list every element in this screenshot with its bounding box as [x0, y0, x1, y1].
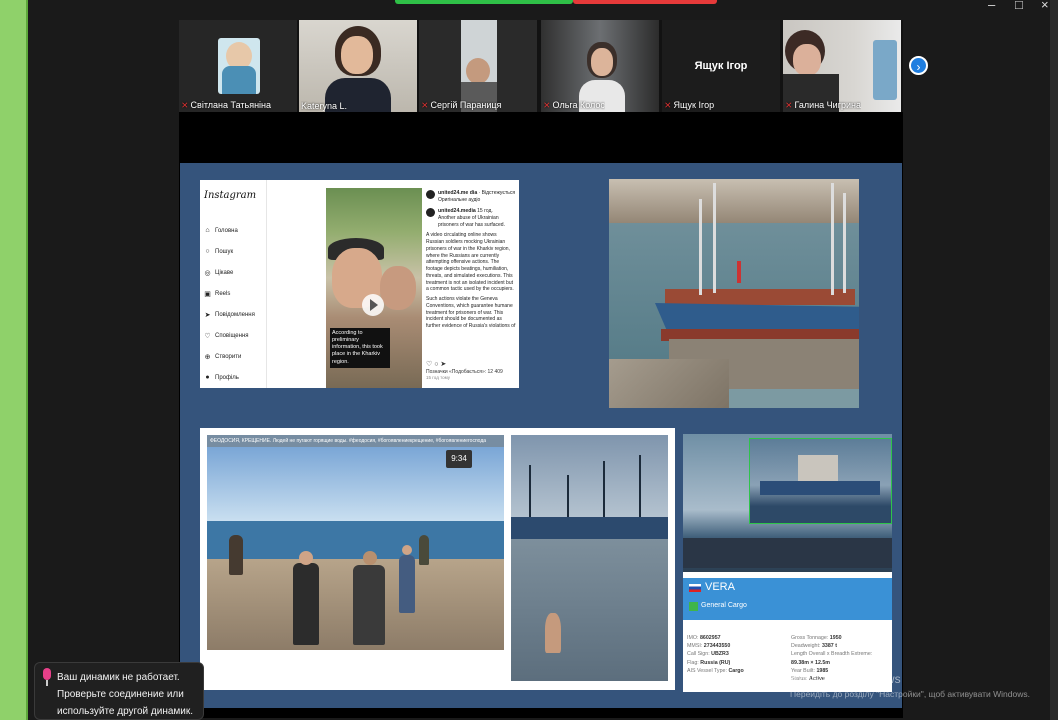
reels-icon: ▣	[204, 290, 211, 298]
participant-label: Ящук Ігор	[694, 60, 748, 72]
toast-text: Ваш динамик не работает. Проверьте соеди…	[57, 672, 194, 717]
participant-name: ⨯ Сергій Параниця	[421, 100, 502, 110]
comment-icon: ○	[434, 361, 439, 368]
nav-item: ○ Пошук	[203, 241, 263, 262]
vessel-name: VERA	[705, 581, 735, 593]
posted-time: 15 год тому	[426, 375, 450, 380]
divider	[266, 180, 267, 388]
post-body: A video circulating online shows Russian…	[426, 232, 514, 293]
top-status-bar	[395, 0, 717, 4]
video-timer: 9:34	[446, 450, 472, 468]
participant-name: ⨯ Ольга Колос	[543, 100, 605, 110]
participant-name: ⨯ Світлана Татьяніна	[181, 100, 272, 110]
chevron-right-icon: ›	[916, 60, 921, 74]
right-edge	[1050, 0, 1058, 720]
participant-video	[299, 20, 417, 112]
instagram-nav: ⌂ Головна ○ Пошук ◎ Цікаве ▣ Reels ➤ Повідомл…	[203, 220, 263, 388]
windows-activation-text: Перейдіть до розділу "Настройки", щоб ак…	[790, 689, 1030, 699]
vessel-type: General Cargo	[701, 602, 747, 609]
participant-name: Kateryna L.	[301, 101, 348, 111]
nav-item: ⊕ Створити	[204, 353, 242, 361]
mic-muted-icon: ⨯	[543, 100, 551, 110]
speaker-warning-toast[interactable]: Ваш динамик не работает. Проверьте соеди…	[34, 662, 204, 720]
windows-activation-title: Активация Windows	[790, 672, 901, 686]
minimize-button[interactable]: –	[988, 0, 995, 12]
vessel-info-card: VERA General Cargo IMO: 8602957 MMSI: 27…	[683, 434, 892, 692]
participant-tile[interactable]: Ящук Ігор ⨯ Ящук Ігор	[662, 20, 780, 112]
participant-tile[interactable]: ⨯ Сергій Параниця	[419, 20, 537, 112]
nav-item: ➤ Повідомлення	[204, 311, 255, 319]
post-actions: ♡ ○ ➤ Позначки «Подобається»: 12 409 15 …	[426, 360, 503, 380]
participant-video	[419, 20, 537, 112]
participant-tile[interactable]: ⨯ Галина Чигрина	[783, 20, 901, 112]
ship-photo	[609, 179, 859, 408]
participant-name: ⨯ Ящук Ігор	[664, 100, 715, 110]
mic-muted-icon: ⨯	[664, 100, 672, 110]
participant-strip: ⨯ Світлана Татьяніна Kateryna L. ⨯ Сергій …	[179, 20, 903, 112]
avatar	[426, 190, 435, 199]
nav-item: ◎ Цікаве	[204, 269, 234, 277]
instagram-post-text: united24.me dia · Відстежується Оригіналь…	[426, 190, 516, 330]
profile-icon: ●	[205, 374, 210, 381]
heart-icon: ♡	[204, 332, 211, 340]
post-body: Such actions violate the Geneva Conventi…	[426, 296, 516, 330]
compass-icon: ◎	[204, 269, 211, 277]
close-button[interactable]: ×	[1041, 0, 1049, 12]
russia-flag-icon	[689, 584, 701, 592]
status-bar-red	[573, 0, 717, 4]
video-caption: According to preliminary information, th…	[330, 328, 390, 368]
mic-muted-icon: ⨯	[181, 100, 189, 110]
cargo-type-icon	[689, 602, 698, 611]
maximize-button[interactable]: □	[1015, 0, 1023, 12]
feodosia-screenshot: ФЕОДОСИЯ, КРЕЩЕНИЕ. Людей не пугают горя…	[200, 428, 675, 690]
participant-tile[interactable]: ⨯ Ольга Колос	[541, 20, 659, 112]
nav-item: ● Профіль	[203, 367, 263, 388]
message-icon: ➤	[204, 311, 211, 319]
plus-icon: ⊕	[204, 353, 211, 361]
beach-video: ФЕОДОСИЯ, КРЕЩЕНИЕ. Людей не пугают горя…	[207, 435, 504, 650]
vessel-header: VERA General Cargo	[683, 578, 892, 620]
nav-item: ▣ Reels	[204, 290, 231, 298]
heart-icon: ♡	[426, 361, 433, 368]
avatar	[426, 207, 435, 217]
mic-muted-icon: ⨯	[785, 100, 793, 110]
next-participants-button[interactable]: ›	[909, 56, 928, 75]
mic-muted-icon: ⨯	[421, 100, 429, 110]
microphone-icon	[41, 668, 53, 686]
instagram-logo: Instagram	[204, 190, 257, 201]
participant-tile-active[interactable]: Kateryna L.	[299, 20, 417, 112]
vessel-photo-inset	[749, 438, 892, 524]
nav-item: ⌂ Головна	[203, 220, 263, 241]
share-icon: ➤	[440, 361, 447, 368]
nav-item: ♡ Сповіщення	[204, 332, 249, 340]
vessel-photo	[683, 434, 892, 572]
participant-video	[783, 20, 901, 112]
participant-video	[179, 20, 297, 112]
instagram-screenshot: Instagram ⌂ Головна ○ Пошук ◎ Цікаве ▣ Reels…	[200, 180, 519, 388]
instagram-video: According to preliminary information, th…	[326, 188, 422, 388]
play-icon	[362, 294, 384, 316]
participant-name: ⨯ Галина Чигрина	[785, 100, 861, 110]
winter-swim-photo	[511, 435, 668, 681]
left-accent-bar	[0, 0, 28, 720]
participant-video	[541, 20, 659, 112]
search-icon: ○	[205, 248, 210, 255]
video-title: ФЕОДОСИЯ, КРЕЩЕНИЕ. Людей не пугают горя…	[207, 435, 504, 447]
status-bar-green	[395, 0, 573, 4]
participant-tile[interactable]: ⨯ Світлана Татьяніна	[179, 20, 297, 112]
home-icon: ⌂	[205, 227, 210, 234]
